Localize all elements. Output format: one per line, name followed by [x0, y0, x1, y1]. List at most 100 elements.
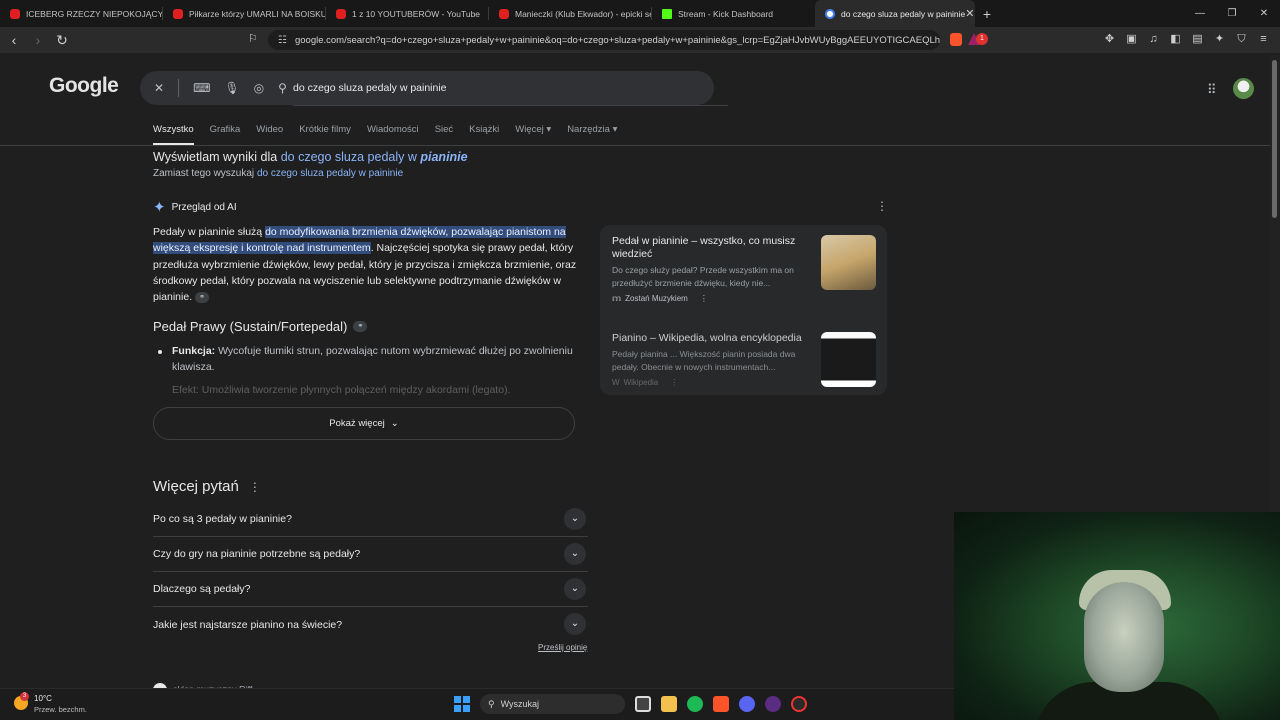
app-24-icon[interactable]	[765, 696, 781, 712]
scrollbar-thumb[interactable]	[1272, 60, 1277, 218]
search-instead: Zamiast tego wyszukaj do czego sluza ped…	[153, 168, 403, 179]
screenshot-icon[interactable]: ▣	[1125, 31, 1138, 47]
search-input[interactable]: do czego sluza pedaly w paininie	[293, 71, 728, 106]
taskbar-search[interactable]: ⚲ Wyszukaj	[480, 694, 625, 714]
chevron-down-icon[interactable]: ⌄	[564, 508, 586, 530]
tab-title: Stream - Kick Dashboard	[678, 8, 773, 19]
wallet-icon[interactable]: ▤	[1191, 31, 1204, 47]
restore-icon[interactable]: ❐	[1216, 0, 1248, 27]
minimize-icon[interactable]: —	[1184, 0, 1216, 27]
more-options-icon[interactable]: ⋮	[876, 199, 888, 213]
wikipedia-icon: W	[612, 378, 620, 387]
task-view-icon[interactable]	[635, 696, 651, 712]
tab-tools[interactable]: Narzędzia ▾	[567, 124, 617, 145]
original-query-link[interactable]: do czego sluza pedaly w paininie	[257, 168, 403, 179]
extensions-icon[interactable]: ✥	[1103, 31, 1116, 47]
reload-icon[interactable]: ↻	[52, 32, 72, 49]
corrected-query-text: do czego sluza pedaly w	[280, 150, 421, 164]
weather-widget[interactable]: 3 10°C Przew. bezchm.	[14, 692, 87, 715]
new-tab-button[interactable]: +	[975, 6, 999, 22]
tab-kick[interactable]: Stream - Kick Dashboard	[652, 0, 815, 27]
brave-shields-icon[interactable]	[950, 33, 962, 46]
site-info-icon[interactable]: ☷	[278, 35, 287, 46]
tab-books[interactable]: Książki	[469, 124, 499, 145]
search-box[interactable]: do czego sluza pedaly w paininie ✕ ⌨ 🎙 ◎…	[140, 71, 728, 106]
question-item[interactable]: Dlaczego są pedały? ⌄	[153, 572, 588, 607]
obs-icon[interactable]	[791, 696, 807, 712]
question-item[interactable]: Jakie jest najstarsze pianino na świecie…	[153, 607, 588, 642]
corrected-query-link[interactable]: do czego sluza pedaly w pianinie	[281, 150, 468, 164]
chevron-down-icon[interactable]: ⌄	[564, 578, 586, 600]
tab-google-search[interactable]: do czego sluza pedaly w paininie ✕	[815, 0, 975, 27]
google-logo[interactable]: Google	[49, 74, 119, 98]
more-options-icon[interactable]: ⋮	[700, 294, 708, 303]
ai-overview-text: Pedały w pianinie służą do modyfikowania…	[153, 224, 578, 305]
shields-badge: 1	[976, 33, 988, 45]
search-icon[interactable]: ⚲	[278, 81, 287, 95]
tab-news[interactable]: Wiadomości	[367, 124, 419, 145]
youtube-icon	[173, 8, 183, 19]
apps-grid-icon[interactable]: ⠿	[1207, 82, 1217, 98]
back-icon[interactable]: ‹	[4, 32, 24, 48]
address-bar[interactable]: ☷ google.com/search?q=do+czego+sluza+ped…	[268, 30, 940, 50]
ai-overview-label: Przegląd od AI	[171, 201, 237, 213]
tab-all[interactable]: Wszystko	[153, 124, 194, 145]
ai-faded-text: Efekt: Umożliwia tworzenie płynnych połą…	[172, 384, 511, 396]
chevron-down-icon[interactable]: ⌄	[564, 543, 586, 565]
extension-icons: ✥ ▣ ♫ ◧ ▤ ✦ ⛉ ≡	[1103, 31, 1270, 47]
tab-web[interactable]: Sieć	[435, 124, 453, 145]
file-explorer-icon[interactable]	[661, 696, 677, 712]
lens-icon[interactable]: ◎	[254, 81, 264, 95]
pedal-thumbnail[interactable]	[821, 235, 876, 290]
youtube-icon	[10, 8, 20, 19]
tab-images[interactable]: Grafika	[210, 124, 241, 145]
bookmark-icon[interactable]: ⚐	[248, 32, 258, 45]
url-text: google.com/search?q=do+czego+sluza+pedal…	[294, 34, 940, 46]
source-card[interactable]: Pedał w pianinie – wszystko, co musisz w…	[612, 225, 882, 303]
sidebar-icon[interactable]: ◧	[1169, 31, 1182, 47]
spotify-icon[interactable]	[687, 696, 703, 712]
bullet-label: Funkcja:	[172, 345, 216, 357]
tab-iceberg[interactable]: ICEBERG RZECZY NIEPOKOJĄCYCH (	[0, 0, 163, 27]
piano-thumbnail[interactable]	[821, 332, 876, 387]
source-title[interactable]: Pianino – Wikipedia, wolna encyklopedia	[612, 332, 807, 345]
question-text: Jakie jest najstarsze pianino na świecie…	[153, 618, 343, 631]
microphone-icon[interactable]: 🎙	[224, 81, 239, 95]
source-card[interactable]: Pianino – Wikipedia, wolna encyklopedia …	[612, 322, 882, 387]
discord-icon[interactable]	[739, 696, 755, 712]
avatar[interactable]	[1233, 78, 1254, 99]
weather-badge: 3	[20, 692, 29, 701]
ai-text-before: Pedały w pianinie służą	[153, 226, 266, 238]
vpn-icon[interactable]: ⛉	[1235, 31, 1248, 47]
ai-bullet: Funkcja: Wycofuje tłumiki strun, pozwala…	[158, 343, 578, 375]
tab-short-videos[interactable]: Krótkie filmy	[299, 124, 351, 145]
source-title[interactable]: Pedał w pianinie – wszystko, co musisz w…	[612, 235, 807, 261]
chevron-down-icon[interactable]: ⌄	[564, 613, 586, 635]
forward-icon[interactable]: ›	[28, 32, 48, 48]
close-tab-icon[interactable]: ✕	[965, 7, 974, 20]
show-more-button[interactable]: Pokaż więcej ⌄	[153, 407, 575, 440]
keyboard-icon[interactable]: ⌨	[193, 81, 210, 95]
source-site: Zostań Muzykiem	[625, 294, 688, 303]
more-options-icon[interactable]: ⋮	[249, 480, 261, 494]
link-icon[interactable]: ⚭	[353, 321, 368, 332]
clear-icon[interactable]: ✕	[154, 81, 164, 95]
menu-icon[interactable]: ≡	[1257, 31, 1270, 47]
tab-pilkarze[interactable]: Piłkarze którzy UMARLI NA BOISKU	[163, 0, 326, 27]
music-icon[interactable]: ♫	[1147, 31, 1160, 47]
question-item[interactable]: Po co są 3 pedały w pianinie? ⌄	[153, 502, 588, 537]
windows-start-icon[interactable]	[454, 696, 470, 712]
leo-ai-icon[interactable]: ✦	[1213, 31, 1226, 47]
link-icon[interactable]: ⚭	[195, 291, 210, 303]
more-options-icon[interactable]: ⋮	[670, 378, 678, 387]
question-item[interactable]: Czy do gry na pianinie potrzebne są peda…	[153, 537, 588, 572]
tab-more[interactable]: Więcej ▾	[515, 124, 551, 145]
tab-video[interactable]: Wideo	[256, 124, 283, 145]
tab-manieczki[interactable]: Manieczki (Klub Ekwador) - epicki set	[489, 0, 652, 27]
tab-strip: ICEBERG RZECZY NIEPOKOJĄCYCH ( Piłkarze …	[0, 0, 1280, 27]
close-window-icon[interactable]: ✕	[1248, 0, 1280, 27]
chevron-down-icon: ⌄	[390, 418, 399, 429]
feedback-link[interactable]: Prześlij opinię	[538, 643, 587, 652]
tab-youtuberow[interactable]: 1 z 10 YOUTUBERÓW - YouTube	[326, 0, 489, 27]
brave-icon[interactable]	[713, 696, 729, 712]
